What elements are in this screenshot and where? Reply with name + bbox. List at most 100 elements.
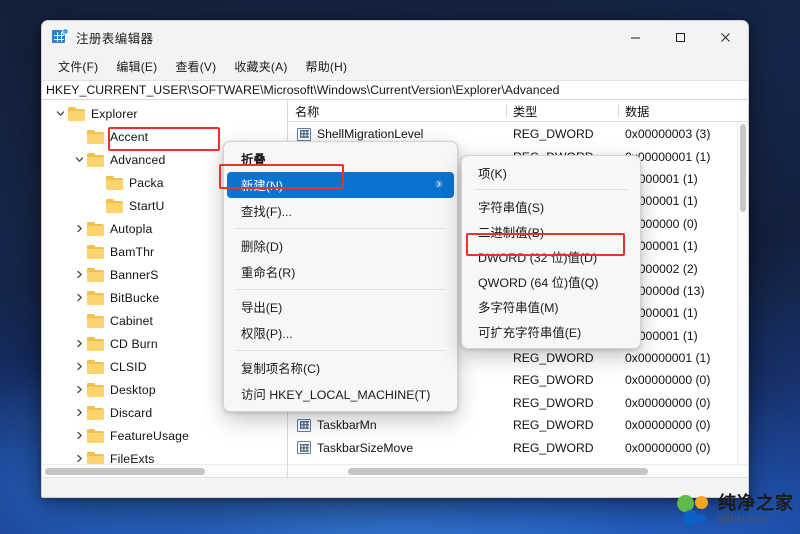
folder-icon: [87, 313, 104, 328]
table-row[interactable]: TaskbarMn REG_DWORD 0x00000000 (0): [288, 414, 748, 436]
menu-item-label: 字符串值(S): [478, 200, 545, 215]
menu-item-label: 导出(E): [241, 301, 283, 315]
tree-node-label: StartU: [129, 198, 165, 213]
values-vscroll-thumb[interactable]: [740, 124, 746, 212]
menu-item-label: 访问 HKEY_LOCAL_MACHINE(T): [241, 388, 431, 402]
tree-node-leaf-spacer: [90, 198, 106, 214]
menu-item-label: 新建(N): [241, 179, 283, 193]
maximize-icon[interactable]: [658, 21, 703, 53]
chevron-right-icon[interactable]: [71, 451, 87, 465]
tree-node-fileexts[interactable]: FileExts: [42, 447, 287, 464]
menu-view[interactable]: 查看(V): [166, 55, 225, 78]
menu-item-8[interactable]: 权限(P)...: [227, 320, 454, 346]
folder-icon: [87, 428, 104, 443]
menu-item-5[interactable]: 重命名(R): [227, 259, 454, 285]
menu-item-5[interactable]: QWORD (64 位)值(Q): [465, 269, 637, 294]
chevron-down-icon[interactable]: [52, 106, 68, 122]
tree-node-label: Advanced: [110, 152, 166, 167]
value-name-label: TaskbarSizeMove: [317, 440, 414, 455]
folder-icon: [87, 244, 104, 259]
folder-icon: [106, 175, 123, 190]
close-icon[interactable]: [703, 21, 748, 53]
folder-icon: [87, 405, 104, 420]
address-bar[interactable]: HKEY_CURRENT_USER\SOFTWARE\Microsoft\Win…: [42, 80, 748, 100]
tree-node-label: FeatureUsage: [110, 428, 190, 443]
menu-help[interactable]: 帮助(H): [297, 55, 357, 78]
value-type-cell: REG_DWORD: [513, 395, 594, 410]
folder-icon: [87, 129, 104, 144]
value-type-cell: REG_DWORD: [513, 440, 594, 455]
value-name-cell: TaskbarSizeMove: [288, 441, 506, 455]
menu-item-4[interactable]: 删除(D): [227, 233, 454, 259]
menu-file[interactable]: 文件(F): [49, 55, 107, 78]
menu-item-0[interactable]: 折叠: [227, 146, 454, 172]
menu-item-7[interactable]: 可扩充字符串值(E): [465, 319, 637, 344]
column-header-type[interactable]: 类型: [506, 102, 618, 120]
menu-item-0[interactable]: 项(K): [465, 160, 637, 185]
chevron-down-icon[interactable]: [71, 152, 87, 168]
registry-value-icon: [297, 441, 311, 455]
menu-item-7[interactable]: 导出(E): [227, 294, 454, 320]
column-header-name[interactable]: 名称: [288, 102, 506, 120]
chevron-right-icon[interactable]: [71, 405, 87, 421]
chevron-right-icon[interactable]: [71, 336, 87, 352]
tree-node-explorer[interactable]: Explorer: [42, 102, 287, 125]
values-vertical-scrollbar[interactable]: [737, 122, 748, 477]
chevron-right-icon[interactable]: [71, 428, 87, 444]
column-header-data[interactable]: 数据: [618, 102, 748, 120]
menu-item-4[interactable]: DWORD (32 位)值(D): [465, 244, 637, 269]
menu-item-label: 项(K): [478, 166, 507, 181]
folder-icon: [87, 359, 104, 374]
tree-hscroll-thumb[interactable]: [45, 468, 205, 475]
menu-item-label: 多字符串值(M): [478, 300, 559, 315]
menu-item-2[interactable]: 字符串值(S): [465, 194, 637, 219]
chevron-right-icon[interactable]: [71, 267, 87, 283]
value-data-cell: 0x00000000 (0): [625, 418, 711, 433]
new-submenu[interactable]: 项(K) 字符串值(S) 二进制值(B) DWORD (32 位)值(D) QWORD …: [461, 155, 641, 349]
tree-node-leaf-spacer: [71, 244, 87, 260]
menu-item-2[interactable]: 查找(F)...: [227, 198, 454, 224]
menu-item-3[interactable]: 二进制值(B): [465, 219, 637, 244]
value-data-cell: 0x00000001 (1): [625, 351, 711, 366]
chevron-right-icon[interactable]: [71, 290, 87, 306]
chevron-right-icon[interactable]: [71, 221, 87, 237]
tree-node-label: BamThr: [110, 244, 155, 259]
folder-icon: [87, 152, 104, 167]
minimize-icon[interactable]: [613, 21, 658, 53]
title-bar: 注册表编辑器: [42, 21, 748, 53]
value-data-cell: 0x00000000 (0): [625, 373, 711, 388]
value-type-cell: REG_DWORD: [513, 373, 594, 388]
menu-edit[interactable]: 编辑(E): [107, 55, 166, 78]
tree-node-label: FileExts: [110, 451, 155, 465]
menu-item-11[interactable]: 访问 HKEY_LOCAL_MACHINE(T): [227, 381, 454, 407]
chevron-right-icon[interactable]: [71, 382, 87, 398]
value-type-cell: REG_DWORD: [513, 351, 594, 366]
values-header-row: 名称 类型 数据: [288, 100, 748, 122]
values-horizontal-scrollbar[interactable]: [288, 464, 748, 477]
tree-node-label: Explorer: [91, 106, 138, 121]
value-data-cell: 0x00000000 (0): [625, 440, 711, 455]
tree-node-featureusage[interactable]: FeatureUsage: [42, 424, 287, 447]
menu-item-1[interactable]: 新建(N): [227, 172, 454, 198]
watermark-title: 纯净之家: [718, 493, 794, 514]
folder-icon: [87, 451, 104, 464]
menu-item-6[interactable]: 多字符串值(M): [465, 294, 637, 319]
folder-icon: [87, 290, 104, 305]
window-controls: [613, 21, 748, 53]
tree-node-label: Accent: [110, 129, 149, 144]
table-row[interactable]: TaskbarSizeMove REG_DWORD 0x00000000 (0): [288, 436, 748, 458]
tree-node-label: CLSID: [110, 359, 147, 374]
tree-node-label: Cabinet: [110, 313, 154, 328]
menu-item-10[interactable]: 复制项名称(C): [227, 355, 454, 381]
value-data-cell: 0x00000003 (3): [625, 127, 711, 142]
menu-favorites[interactable]: 收藏夹(A): [225, 55, 296, 78]
folder-icon: [87, 267, 104, 282]
chevron-right-icon: [434, 179, 444, 192]
tree-context-menu[interactable]: 折叠新建(N) 查找(F)... 删除(D) 重命名(R) 导出(E) 权限(P)... 复…: [223, 141, 458, 412]
value-type-cell: REG_DWORD: [513, 127, 594, 142]
values-hscroll-thumb[interactable]: [348, 468, 648, 475]
site-watermark: 纯净之家 gdhst.com: [676, 490, 794, 530]
chevron-right-icon[interactable]: [71, 359, 87, 375]
registry-editor-icon: [52, 28, 69, 45]
tree-horizontal-scrollbar[interactable]: [42, 464, 287, 477]
